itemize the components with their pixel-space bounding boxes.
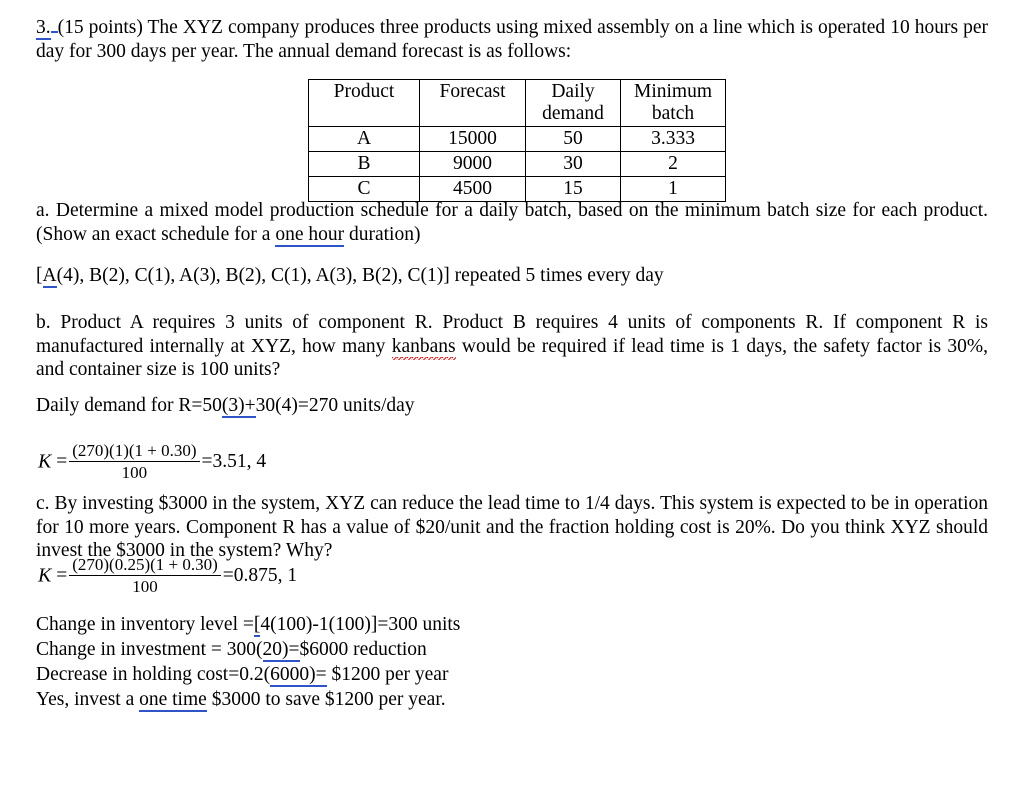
conclusion-line-inventory: Change in inventory level =[4(100)-1(100… [36,612,988,637]
table-header-minimum-batch-line1: Minimum [633,81,712,102]
part-a-question: a. Determine a mixed model production sc… [36,199,988,247]
conclusion-3-underlined: 6000)= [270,664,327,687]
formula-c-result: =0.875, 1 [222,565,298,586]
question-number-underline-gap [50,31,58,33]
cell-product: A [308,126,420,152]
table-header-product: Product [308,79,420,127]
table-header-minimum-batch: Minimum batch [620,79,726,127]
conclusion-2-underlined: 20)= [262,639,300,662]
conclusion-line-investment: Change in investment = 300(20)=$6000 red… [36,637,988,662]
cell-minimum-batch: 3.333 [620,126,726,152]
cell-daily-demand: 50 [525,126,621,152]
conclusion-2-post: $6000 reduction [299,639,427,660]
table-header-minimum-batch-line2: batch [651,103,695,124]
document-page: 3. (15 points) The XYZ company produces t… [0,0,1024,795]
conclusion-line-recommendation: Yes, invest a one time $3000 to save $12… [36,687,988,712]
formula-b-result: =3.51, 4 [201,451,267,472]
cell-forecast: 4500 [419,176,526,202]
table-row: A 15000 50 3.333 [308,126,726,152]
product-data-table-wrapper: Product Forecast Daily demand Minimum ba… [308,79,726,202]
part-b-misspelled-word: kanbans [391,335,456,360]
cell-daily-demand: 30 [525,151,621,177]
cell-minimum-batch: 2 [620,151,726,177]
conclusion-3-post: $1200 per year [326,664,449,685]
cell-minimum-batch: 1 [620,176,726,202]
answer-underlined-letter: A [42,265,57,288]
table-row: B 9000 30 2 [308,151,726,177]
table-header-forecast: Forecast [419,79,526,127]
part-c-question: c. By investing $3000 in the system, XYZ… [36,493,988,561]
table-body: A 15000 50 3.333 B 9000 30 2 C 4500 15 1 [308,126,726,202]
conclusion-3-pre: Decrease in holding cost=0.2( [36,664,271,685]
conclusion-1-post: 4(100)-1(100)]=300 units [260,614,461,635]
formula-c-equals: = [56,565,68,586]
formula-b-denominator: 100 [121,463,148,482]
conclusion-4-pre: Yes, invest a [36,689,140,710]
table-header: Product Forecast Daily demand Minimum ba… [308,79,726,127]
formula-c-variable: K [38,564,52,587]
table-header-row: Product Forecast Daily demand Minimum ba… [308,79,726,127]
part-a-answer: [A(4), B(2), C(1), A(3), B(2), C(1), A(3… [36,264,988,288]
question-number: 3. [36,17,51,40]
kanban-formula-b: K = (270)(1)(1 + 0.30) 100 =3.51, 4 [38,441,267,484]
cell-product: C [308,176,420,202]
daily-demand-prefix: Daily demand for R=50 [36,395,222,416]
conclusion-block: Change in inventory level =[4(100)-1(100… [36,612,988,712]
conclusion-4-underlined: one time [139,689,207,712]
daily-demand-line: Daily demand for R=50(3)+30(4)=270 units… [36,394,988,418]
conclusion-2-pre: Change in investment = 300( [36,639,263,660]
product-data-table: Product Forecast Daily demand Minimum ba… [308,79,726,202]
part-a-underlined-phrase: one hour [275,223,345,247]
formula-c-numerator: (270)(0.25)(1 + 0.30) [69,555,221,576]
formula-c-denominator: 100 [132,577,158,596]
cell-forecast: 9000 [419,151,526,177]
part-a-text-1: a. Determine a mixed model production sc… [36,200,988,245]
answer-sequence: (4), B(2), C(1), A(3), B(2), C(1), A(3),… [56,265,664,286]
table-header-daily-demand-line2: demand [542,103,604,124]
cell-daily-demand: 15 [525,176,621,202]
cell-product: B [308,151,420,177]
question-points: (15 points) [57,17,143,38]
cell-forecast: 15000 [419,126,526,152]
conclusion-4-post: $3000 to save $1200 per year. [206,689,446,710]
conclusion-line-holding-cost: Decrease in holding cost=0.2(6000)= $120… [36,662,988,687]
part-a-text-2: duration) [344,223,421,245]
question-intro-paragraph: 3. (15 points) The XYZ company produces t… [36,16,988,63]
table-row: C 4500 15 1 [308,176,726,202]
formula-c-fraction: (270)(0.25)(1 + 0.30) 100 [69,555,221,597]
part-b-question: b. Product A requires 3 units of compone… [36,311,988,382]
formula-b-variable: K [38,450,52,473]
answer-bracket-open: [ [36,265,43,286]
question-intro-text: The XYZ company produces three products … [36,17,988,62]
table-header-daily-demand-line1: Daily [551,81,595,102]
formula-b-numerator: (270)(1)(1 + 0.30) [69,441,200,462]
kanban-formula-c: K = (270)(0.25)(1 + 0.30) 100 =0.875, 1 [38,555,298,598]
formula-b-fraction: (270)(1)(1 + 0.30) 100 [69,441,200,483]
conclusion-1-pre: Change in inventory level = [36,614,254,635]
formula-b-equals: = [56,451,68,472]
daily-demand-suffix: 30(4)=270 units/day [255,395,415,416]
daily-demand-underlined: (3)+ [221,395,256,418]
table-header-daily-demand: Daily demand [525,79,621,127]
